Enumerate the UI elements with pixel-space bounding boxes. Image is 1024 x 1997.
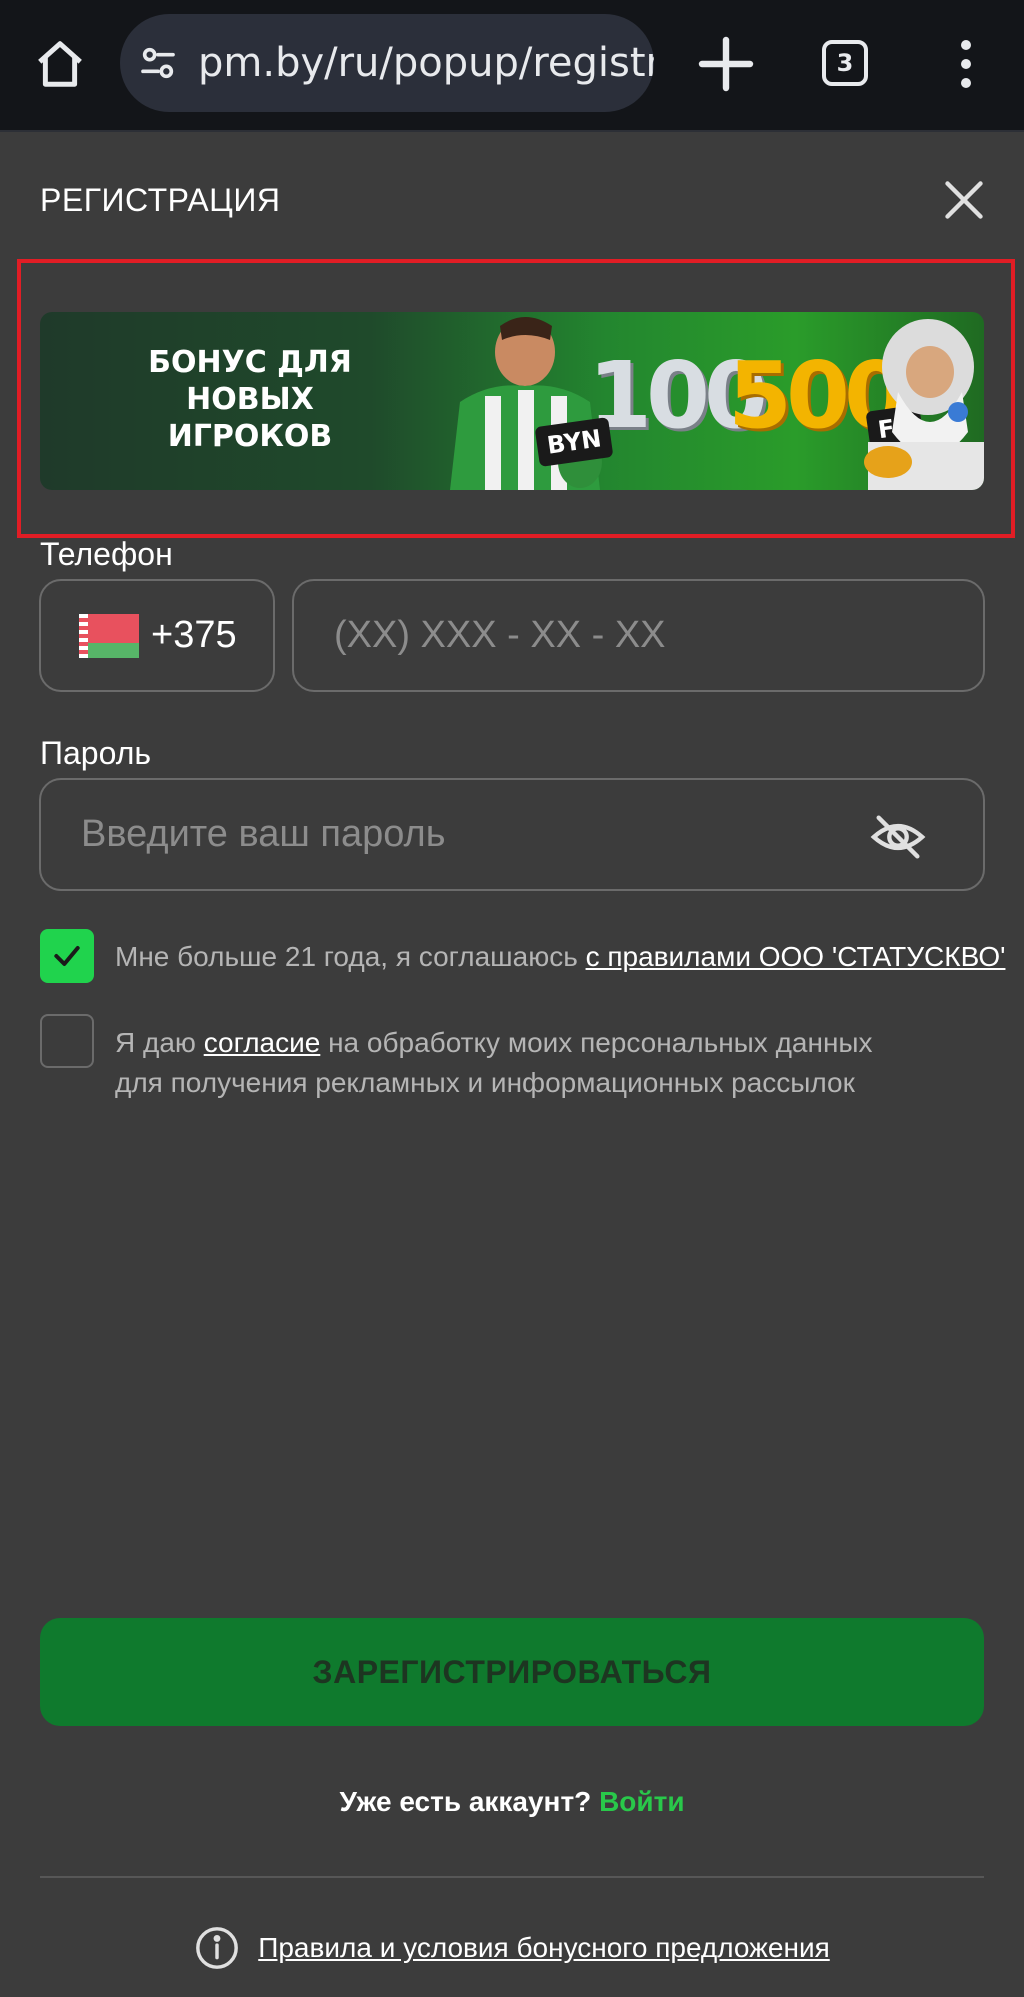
password-label: Пароль: [40, 735, 152, 771]
url-text[interactable]: pm.by/ru/popup/registra: [198, 40, 654, 86]
data-consent-checkbox[interactable]: [40, 1014, 94, 1068]
more-vert-icon[interactable]: [946, 36, 986, 92]
home-button[interactable]: [28, 32, 92, 96]
bonus-terms-row: Правила и условия бонусного предложения: [0, 1925, 1024, 1971]
home-icon: [38, 41, 82, 87]
divider: [40, 1876, 984, 1878]
close-icon[interactable]: [942, 178, 986, 222]
eye-off-icon[interactable]: [869, 808, 927, 866]
register-button[interactable]: ЗАРЕГИСТРИРОВАТЬСЯ: [40, 1618, 984, 1726]
country-code-value: +375: [151, 614, 237, 656]
rules-link[interactable]: с правилами ООО 'СТАТУСКВО': [586, 941, 1006, 972]
data-consent-text: Я даю согласие на обработку моих персона…: [115, 1027, 873, 1098]
phone-input[interactable]: [334, 614, 983, 657]
phone-label: Телефон: [40, 536, 173, 572]
age-consent-text: Мне больше 21 года, я соглашаюсь с прави…: [115, 941, 1006, 972]
check-icon: [54, 946, 80, 966]
banner-headline: БОНУС ДЛЯ НОВЫХ ИГРОКОВ: [148, 345, 352, 454]
browser-toolbar: pm.by/ru/popup/registra 3: [0, 0, 1024, 132]
info-icon: [196, 1927, 239, 1969]
password-input[interactable]: [81, 813, 943, 856]
zeus-character-image: [864, 319, 984, 490]
tab-count: 3: [836, 49, 854, 77]
tune-icon[interactable]: [138, 43, 178, 83]
country-code-select[interactable]: +375: [39, 579, 275, 692]
login-link[interactable]: Войти: [599, 1786, 684, 1817]
flag-belarus-icon: [79, 613, 139, 658]
password-field[interactable]: [39, 778, 985, 891]
tab-switcher-icon[interactable]: 3: [822, 40, 868, 86]
plus-icon[interactable]: [694, 32, 758, 96]
age-consent-checkbox[interactable]: [40, 929, 94, 983]
page-title: РЕГИСТРАЦИЯ: [40, 182, 281, 218]
address-bar[interactable]: pm.by/ru/popup/registra: [120, 14, 654, 112]
consent-link[interactable]: согласие: [204, 1027, 321, 1058]
bonus-banner[interactable]: БОНУС ДЛЯ НОВЫХ ИГРОКОВ 100 BYN 500 FS: [40, 312, 984, 490]
phone-field[interactable]: [292, 579, 985, 692]
bonus-terms-link[interactable]: Правила и условия бонусного предложения: [258, 1932, 830, 1964]
login-prompt: Уже есть аккаунт? Войти: [339, 1786, 685, 1817]
